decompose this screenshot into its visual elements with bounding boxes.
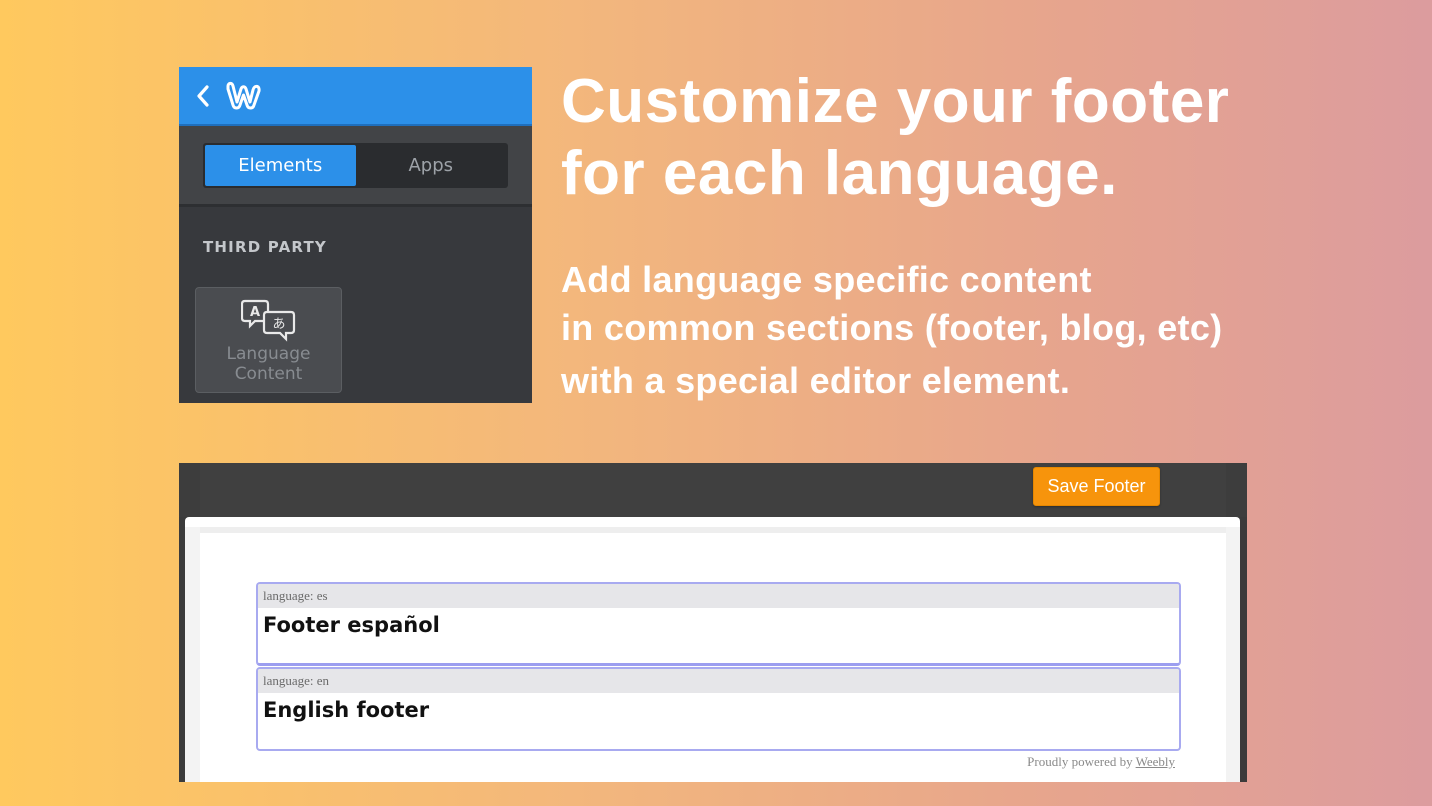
subheadline: Add language specific content in common … <box>561 256 1361 405</box>
language-tag: language: en <box>258 669 1179 693</box>
svg-text:あ: あ <box>272 317 285 332</box>
headline-line2: for each language. <box>561 139 1118 208</box>
element-label: Language Content <box>196 344 341 384</box>
tab-elements[interactable]: Elements <box>205 145 356 186</box>
language-tag: language: es <box>258 584 1179 608</box>
chevron-left-icon[interactable] <box>195 83 211 109</box>
powered-by: Proudly powered by Weebly <box>1027 754 1175 770</box>
powered-by-text: Proudly powered by <box>1027 754 1133 769</box>
divider <box>179 204 532 207</box>
language-content-text[interactable]: Footer español <box>258 608 1179 642</box>
language-block-en[interactable]: language: en English footer <box>256 667 1181 751</box>
editor-toolbar-inner: Save Footer <box>200 463 1226 517</box>
page-separator <box>200 527 1226 533</box>
editor-toolbar: Save Footer <box>179 463 1247 517</box>
language-content-text[interactable]: English footer <box>258 693 1179 727</box>
page-canvas: language: es Footer español language: en… <box>185 517 1240 782</box>
subheadline-line1: Add language specific content <box>561 259 1092 300</box>
page-gutter-left <box>185 527 200 782</box>
language-block-es[interactable]: language: es Footer español <box>256 582 1181 666</box>
language-translate-icon: A あ <box>241 299 296 342</box>
element-label-line1: Language <box>226 344 311 364</box>
subheadline-line3: with a special editor element. <box>561 360 1071 401</box>
headline-line1: Customize your footer <box>561 67 1230 136</box>
sidebar-header <box>179 67 532 126</box>
svg-text:A: A <box>250 305 260 320</box>
headline: Customize your footer for each language. <box>561 66 1321 210</box>
sidebar-tabs: Elements Apps <box>203 143 508 188</box>
save-footer-button[interactable]: Save Footer <box>1033 467 1160 506</box>
subheadline-line2: in common sections (footer, blog, etc) <box>561 307 1223 348</box>
section-heading: THIRD PARTY <box>203 238 327 256</box>
language-content-element[interactable]: A あ Language Content <box>195 287 342 393</box>
tab-apps[interactable]: Apps <box>356 145 507 186</box>
footer-editor: Save Footer language: es Footer español … <box>179 463 1247 782</box>
element-label-line2: Content <box>234 364 303 384</box>
editor-sidebar-panel: Elements Apps THIRD PARTY A あ Language C… <box>179 67 532 403</box>
page-gutter-right <box>1226 527 1240 782</box>
weebly-link[interactable]: Weebly <box>1136 754 1175 769</box>
weebly-logo-icon[interactable] <box>222 78 264 112</box>
